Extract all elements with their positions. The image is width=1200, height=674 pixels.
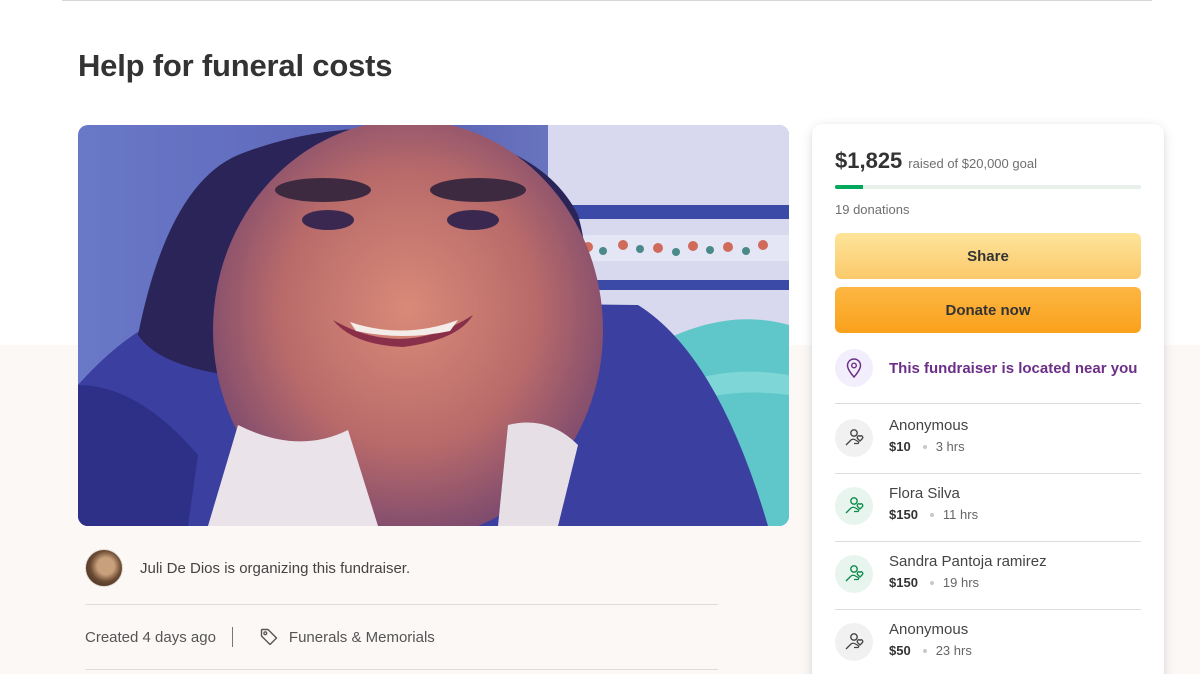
separator-dot	[922, 444, 927, 449]
donor-amount: $150	[889, 507, 918, 522]
divider	[835, 403, 1141, 404]
divider	[85, 669, 718, 670]
donor-time: 19 hrs	[942, 575, 980, 590]
donor-item: Sandra Pantoja ramirez $150 19 hrs	[835, 553, 1047, 593]
progress-fill	[835, 185, 863, 189]
raised-amount: $1,825	[835, 148, 903, 173]
donate-button[interactable]: Donate now	[835, 287, 1141, 333]
meta-separator	[231, 627, 233, 647]
donor-heart-hand-icon	[835, 555, 873, 593]
donor-name: Flora Silva	[889, 485, 960, 502]
divider	[835, 541, 1141, 542]
donor-heart-hand-icon	[835, 487, 873, 525]
donor-item: Anonymous $50 23 hrs	[835, 621, 972, 661]
donor-name: Anonymous	[889, 621, 969, 638]
donor-time: 3 hrs	[935, 439, 965, 454]
donor-time: 23 hrs	[935, 643, 972, 658]
organizer-text: Juli De Dios is organizing this fundrais…	[140, 559, 411, 577]
donor-heart-hand-icon	[835, 623, 873, 661]
organizer-row: Juli De Dios is organizing this fundrais…	[85, 549, 410, 587]
separator-dot	[922, 648, 927, 653]
donor-name: Sandra Pantoja ramirez	[889, 553, 1047, 570]
separator-dot	[929, 580, 934, 585]
donor-amount: $50	[889, 643, 911, 658]
goal-text: raised of $20,000 goal	[908, 156, 1037, 171]
category-link[interactable]: Funerals & Memorials	[289, 629, 435, 646]
top-divider	[62, 0, 1152, 1]
donor-amount: $150	[889, 575, 918, 590]
location-pin-icon	[835, 349, 873, 387]
share-button[interactable]: Share	[835, 233, 1141, 279]
page-title: Help for funeral costs	[78, 48, 393, 83]
fundraiser-photo	[78, 125, 789, 526]
divider	[85, 604, 718, 605]
created-date: Created 4 days ago	[85, 628, 216, 646]
donor-item: Flora Silva $150 11 hrs	[835, 485, 978, 525]
donor-name: Anonymous	[889, 417, 969, 434]
donor-time: 11 hrs	[942, 507, 979, 522]
tag-icon	[260, 628, 278, 646]
separator-dot	[929, 512, 934, 517]
donor-amount: $10	[889, 439, 911, 454]
donation-sidebar: $1,825 raised of $20,000 goal 19 donatio…	[812, 124, 1164, 674]
organizer-avatar[interactable]	[85, 549, 123, 587]
progress-bar	[835, 185, 1141, 189]
location-text: This fundraiser is located near you	[889, 359, 1138, 377]
donation-count: 19 donations	[835, 202, 910, 217]
location-notice: This fundraiser is located near you	[835, 349, 1137, 387]
divider	[835, 609, 1141, 610]
divider	[835, 473, 1141, 474]
donor-item: Anonymous $10 3 hrs	[835, 417, 968, 457]
raised-summary: $1,825 raised of $20,000 goal	[835, 148, 1037, 174]
donor-heart-hand-icon	[835, 419, 873, 457]
fundraiser-meta: Created 4 days ago Funerals & Memorials	[85, 627, 435, 647]
